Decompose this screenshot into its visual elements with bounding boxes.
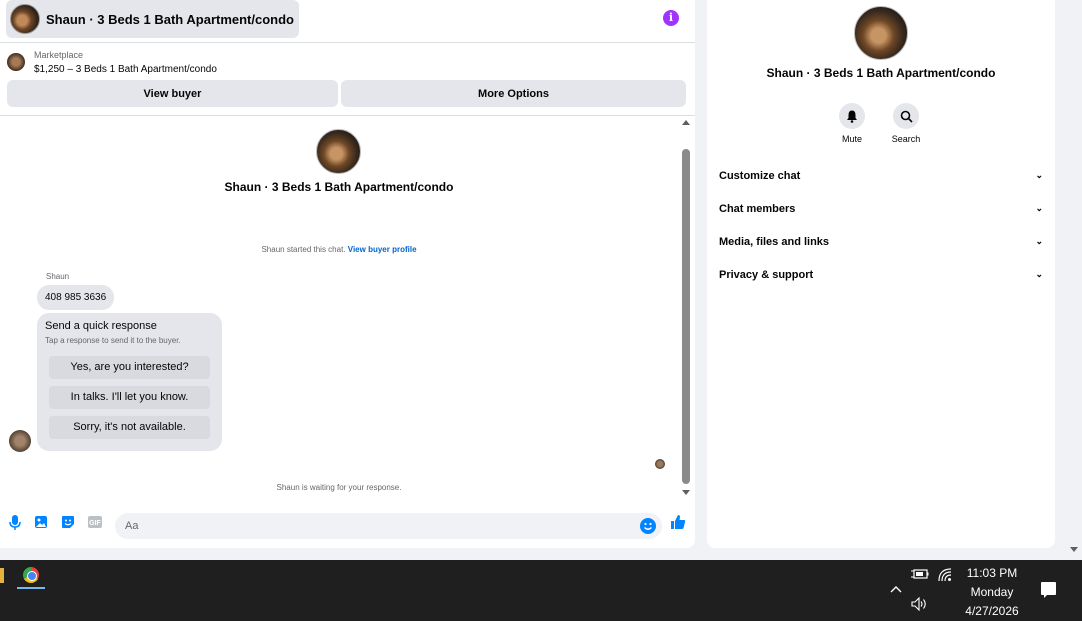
marketplace-banner: Marketplace $1,250 – 3 Beds 1 Bath Apart… bbox=[0, 44, 695, 116]
quick-response-not-available-button[interactable]: Sorry, it's not available. bbox=[49, 416, 210, 439]
messenger-app: Shaun · 3 Beds 1 Bath Apartment/condo i … bbox=[0, 0, 1082, 560]
search-button[interactable]: Search bbox=[886, 103, 926, 144]
bell-icon bbox=[839, 103, 865, 129]
more-options-button[interactable]: More Options bbox=[341, 80, 686, 107]
chat-members-label: Chat members bbox=[719, 203, 796, 215]
marketplace-label: Marketplace bbox=[34, 50, 84, 60]
sender-name: Shaun bbox=[46, 272, 70, 281]
microphone-icon[interactable] bbox=[7, 514, 23, 530]
privacy-support-row[interactable]: Privacy & support ⌄ bbox=[719, 269, 1043, 289]
mute-button[interactable]: Mute bbox=[832, 103, 872, 144]
gif-label: GIF bbox=[89, 520, 101, 527]
sticker-icon[interactable] bbox=[60, 514, 76, 530]
scroll-up-arrow-icon[interactable] bbox=[682, 120, 690, 125]
gif-icon[interactable]: GIF bbox=[87, 514, 103, 530]
mute-label: Mute bbox=[841, 134, 862, 144]
volume-icon[interactable] bbox=[911, 596, 929, 614]
customize-chat-label: Customize chat bbox=[719, 170, 801, 182]
search-icon bbox=[893, 103, 919, 129]
photo-icon[interactable] bbox=[33, 514, 49, 530]
conversation-title: Shaun · 3 Beds 1 Bath Apartment/condo bbox=[46, 11, 294, 27]
conversation-avatar-large bbox=[854, 6, 908, 60]
clock-time: 11:03 PM bbox=[966, 566, 1018, 580]
view-buyer-profile-link[interactable]: View buyer profile bbox=[348, 245, 417, 254]
chevron-down-icon: ⌄ bbox=[1035, 203, 1043, 213]
chat-members-row[interactable]: Chat members ⌄ bbox=[719, 203, 1043, 223]
sender-avatar bbox=[9, 430, 31, 452]
details-title: Shaun · 3 Beds 1 Bath Apartment/condo bbox=[766, 66, 996, 80]
scroll-down-arrow-icon[interactable] bbox=[682, 490, 690, 495]
media-files-links-row[interactable]: Media, files and links ⌄ bbox=[719, 236, 1043, 256]
started-text: Shaun started this chat. bbox=[261, 245, 346, 254]
battery-icon[interactable] bbox=[911, 568, 929, 583]
file-explorer-icon[interactable] bbox=[0, 568, 4, 583]
message-thread: Shaun · 3 Beds 1 Bath Apartment/condo Sh… bbox=[0, 117, 695, 500]
conversation-avatar[interactable] bbox=[316, 129, 361, 174]
seen-indicator-avatar bbox=[655, 459, 665, 469]
search-label: Search bbox=[891, 134, 921, 144]
emoji-icon[interactable] bbox=[640, 518, 656, 534]
thread-scrollbar[interactable] bbox=[680, 117, 693, 500]
chevron-up-icon[interactable] bbox=[890, 582, 902, 596]
quick-response-in-talks-button[interactable]: In talks. I'll let you know. bbox=[49, 386, 210, 409]
message-composer: GIF Aa bbox=[0, 505, 695, 545]
clock-day: Monday bbox=[970, 585, 1014, 599]
clock-date: 4/27/2026 bbox=[965, 604, 1019, 618]
chat-header: Shaun · 3 Beds 1 Bath Apartment/condo i bbox=[0, 0, 695, 43]
page-scroll-down-arrow-icon[interactable] bbox=[1070, 547, 1078, 552]
thread-title: Shaun · 3 Beds 1 Bath Apartment/condo bbox=[224, 180, 454, 194]
system-clock[interactable]: 11:03 PM Monday 4/27/2026 bbox=[955, 564, 1029, 621]
message-input-placeholder: Aa bbox=[125, 520, 139, 532]
waiting-notice: Shaun is waiting for your response. bbox=[276, 483, 402, 492]
quick-response-subtitle: Tap a response to send it to the buyer. bbox=[45, 336, 181, 345]
customize-chat-row[interactable]: Customize chat ⌄ bbox=[719, 170, 1043, 190]
chevron-down-icon: ⌄ bbox=[1035, 170, 1043, 180]
view-buyer-button[interactable]: View buyer bbox=[7, 80, 338, 107]
message-input[interactable]: Aa bbox=[115, 513, 662, 539]
quick-response-card: Send a quick response Tap a response to … bbox=[37, 313, 222, 451]
notification-icon[interactable] bbox=[1041, 582, 1056, 598]
active-app-indicator bbox=[17, 587, 45, 589]
quick-response-yes-button[interactable]: Yes, are you interested? bbox=[49, 356, 210, 379]
info-icon[interactable]: i bbox=[663, 10, 679, 26]
chat-panel: Shaun · 3 Beds 1 Bath Apartment/condo i … bbox=[0, 0, 695, 548]
privacy-support-label: Privacy & support bbox=[719, 269, 814, 281]
quick-response-title: Send a quick response bbox=[45, 320, 157, 332]
thumbs-up-icon[interactable] bbox=[670, 514, 686, 530]
media-files-links-label: Media, files and links bbox=[719, 236, 830, 248]
chat-started-notice: Shaun started this chat. View buyer prof… bbox=[0, 245, 678, 254]
listing-thumbnail bbox=[7, 53, 25, 71]
wifi-icon[interactable] bbox=[938, 568, 952, 585]
chrome-icon[interactable] bbox=[23, 567, 39, 583]
listing-title[interactable]: $1,250 – 3 Beds 1 Bath Apartment/condo bbox=[34, 64, 217, 75]
chat-details-panel: Shaun · 3 Beds 1 Bath Apartment/condo Mu… bbox=[707, 0, 1055, 548]
message-bubble[interactable]: 408 985 3636 bbox=[37, 285, 115, 310]
scroll-thumb[interactable] bbox=[682, 149, 690, 484]
chevron-down-icon: ⌄ bbox=[1035, 269, 1043, 279]
taskbar: 11:03 PM Monday 4/27/2026 bbox=[0, 560, 1082, 621]
avatar bbox=[10, 4, 40, 34]
chevron-down-icon: ⌄ bbox=[1035, 236, 1043, 246]
conversation-title-button[interactable]: Shaun · 3 Beds 1 Bath Apartment/condo bbox=[6, 0, 299, 38]
